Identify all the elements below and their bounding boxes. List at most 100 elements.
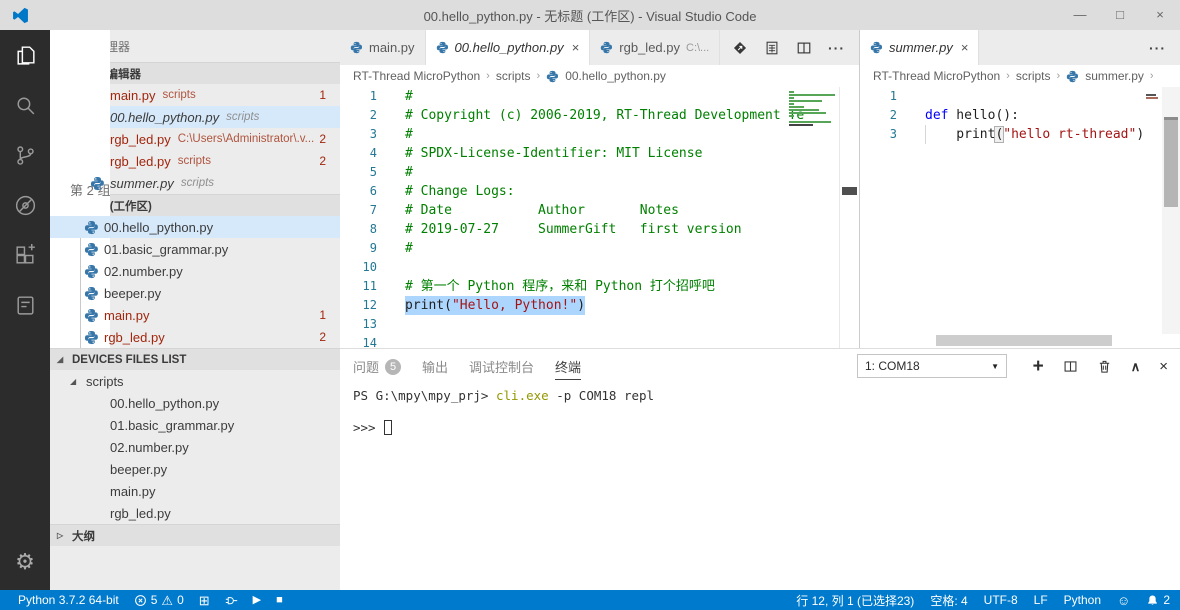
panel-tab-label: 输出 <box>422 357 448 376</box>
tab-main-py[interactable]: main.py <box>340 30 426 65</box>
tab-label: rgb_led.py <box>619 40 680 55</box>
workspace-file-row[interactable]: beeper.py <box>50 282 340 304</box>
tab-output[interactable]: 输出 <box>422 357 448 376</box>
outline-header[interactable]: ▷ 大纲 <box>50 524 340 546</box>
editor-scrollbar[interactable] <box>839 87 859 348</box>
tab-label: 00.hello_python.py <box>455 40 564 55</box>
file-name: 00.hello_python.py <box>104 220 213 235</box>
close-panel-icon[interactable]: × <box>1159 358 1168 375</box>
workspace-file-row[interactable]: rgb_led.py 2 <box>50 326 340 348</box>
maximize-button[interactable]: □ <box>1100 0 1140 30</box>
workspace-file-row[interactable]: main.py 1 <box>50 304 340 326</box>
device-file-row[interactable]: 02.number.py <box>50 436 340 458</box>
stop-icon[interactable]: ■ <box>276 595 283 606</box>
tab-rgb-led-py[interactable]: rgb_led.py C:\... <box>590 30 720 65</box>
device-file-row[interactable]: beeper.py <box>50 458 340 480</box>
connect-device-icon[interactable] <box>225 594 238 607</box>
panel-tab-label: 问题 <box>353 357 379 376</box>
minimap[interactable] <box>1146 90 1160 120</box>
device-file-row[interactable]: 01.basic_grammar.py <box>50 414 340 436</box>
device-file-row[interactable]: main.py <box>50 480 340 502</box>
notifications-bell[interactable]: 2 <box>1146 593 1170 607</box>
file-name: 02.number.py <box>104 264 183 279</box>
terminal-output[interactable]: PS G:\mpy\mpy_prj> cli.exe -p COM18 repl… <box>353 387 1176 451</box>
breadcrumb-file[interactable]: 00.hello_python.py <box>565 69 666 83</box>
open-editor-row[interactable]: summer.py scripts <box>50 172 340 194</box>
terminal-command-line: PS G:\mpy\mpy_prj> cli.exe -p COM18 repl <box>353 387 1176 405</box>
tab-label: main.py <box>369 40 415 55</box>
maximize-panel-icon[interactable]: ∧ <box>1131 359 1141 375</box>
close-tab-icon[interactable]: × <box>572 40 580 55</box>
close-tab-icon[interactable]: × <box>961 40 969 55</box>
repl-prompt: >>> <box>353 420 383 435</box>
device-file-row[interactable]: rgb_led.py <box>50 502 340 524</box>
eol-sequence[interactable]: LF <box>1034 593 1048 607</box>
section-label: 大纲 <box>72 528 95 544</box>
breadcrumb-root[interactable]: RT-Thread MicroPython <box>873 69 1000 83</box>
vscode-window: 00.hello_python.py - 无标题 (工作区) - Visual … <box>0 0 1180 610</box>
workspace-file-row[interactable]: 02.number.py <box>50 260 340 282</box>
python-file-icon <box>84 330 99 345</box>
scrollbar-handle[interactable] <box>842 187 857 195</box>
encoding[interactable]: UTF-8 <box>984 593 1018 607</box>
problems-badge: 2 <box>319 330 340 344</box>
terminal-select[interactable]: 1: COM18 ▼ <box>857 354 1007 378</box>
workspace-file-row[interactable]: 01.basic_grammar.py <box>50 238 340 260</box>
indentation[interactable]: 空格: 4 <box>930 592 967 609</box>
feedback-smiley-icon[interactable]: ☺ <box>1117 594 1130 607</box>
split-editor-icon[interactable] <box>796 40 812 56</box>
breadcrumb-folder[interactable]: scripts <box>1016 69 1051 83</box>
device-file-row[interactable]: 00.hello_python.py <box>50 392 340 414</box>
python-file-icon <box>84 242 99 257</box>
horizontal-scrollbar-handle[interactable] <box>936 335 1112 346</box>
extensions-icon[interactable] <box>0 230 50 280</box>
tab-summer-py[interactable]: summer.py × <box>860 30 979 65</box>
problems-status[interactable]: 5 ⚠ 0 <box>134 593 184 607</box>
python-file-icon <box>84 264 99 279</box>
split-terminal-icon[interactable] <box>1063 359 1078 374</box>
search-icon[interactable] <box>0 80 50 130</box>
source-control-icon[interactable] <box>0 130 50 180</box>
breadcrumb-sep-icon: › <box>537 70 541 82</box>
close-window-button[interactable]: × <box>1140 0 1180 30</box>
language-mode[interactable]: Python <box>1064 593 1101 607</box>
devices-files-header[interactable]: ◢ DEVICES FILES LIST <box>50 348 340 370</box>
notebook-icon[interactable] <box>0 280 50 330</box>
add-device-icon[interactable]: ⊞ <box>199 594 210 607</box>
settings-gear-icon[interactable]: ⚙ <box>15 542 35 582</box>
tab-actions-group-1: ··· <box>732 30 859 65</box>
folder-arrow-icon: ◢ <box>70 377 80 386</box>
file-detail: C:\Users\Administrator\.v... <box>178 133 315 145</box>
breadcrumb-root[interactable]: RT-Thread MicroPython <box>353 69 480 83</box>
editor-scrollbar[interactable] <box>1162 87 1180 334</box>
tab-terminal[interactable]: 终端 <box>555 357 581 376</box>
new-terminal-icon[interactable]: + <box>1033 359 1044 374</box>
code-editor-1[interactable]: 1#2# Copyright (c) 2006-2019, RT-Thread … <box>340 87 859 348</box>
cursor-position[interactable]: 行 12, 列 1 (已选择23) <box>796 592 914 609</box>
python-file-icon <box>90 176 105 191</box>
minimap[interactable] <box>789 90 837 150</box>
tab-debug-console[interactable]: 调试控制台 <box>469 357 534 376</box>
code-editor-2[interactable]: 12def hello():3 print("hello rt-thread") <box>860 87 1180 348</box>
breadcrumb-folder[interactable]: scripts <box>496 69 531 83</box>
debug-icon[interactable] <box>0 180 50 230</box>
tab-hello-python-py[interactable]: 00.hello_python.py × <box>426 30 591 65</box>
explorer-icon[interactable] <box>0 30 50 80</box>
preview-icon[interactable] <box>764 40 780 56</box>
scrollbar-handle[interactable] <box>1164 117 1178 207</box>
run-icon[interactable]: ▶ <box>253 595 261 606</box>
file-name: main.py <box>110 88 156 103</box>
tab-actions-group-2: ··· <box>1149 30 1180 65</box>
file-name: scripts <box>86 374 124 389</box>
tab-problems[interactable]: 问题 5 <box>353 357 401 376</box>
minimize-button[interactable]: — <box>1060 0 1100 30</box>
more-actions-icon[interactable]: ··· <box>828 40 845 56</box>
python-interpreter[interactable]: Python 3.7.2 64-bit <box>18 593 119 607</box>
more-actions-icon[interactable]: ··· <box>1149 40 1166 56</box>
run-code-icon[interactable] <box>732 40 748 56</box>
device-file-row[interactable]: ◢ scripts <box>50 370 340 392</box>
kill-terminal-icon[interactable] <box>1097 359 1112 374</box>
breadcrumb-file[interactable]: summer.py <box>1085 69 1144 83</box>
collapsed-arrow-icon: ▷ <box>57 531 67 540</box>
workspace-file-row[interactable]: 00.hello_python.py <box>50 216 340 238</box>
